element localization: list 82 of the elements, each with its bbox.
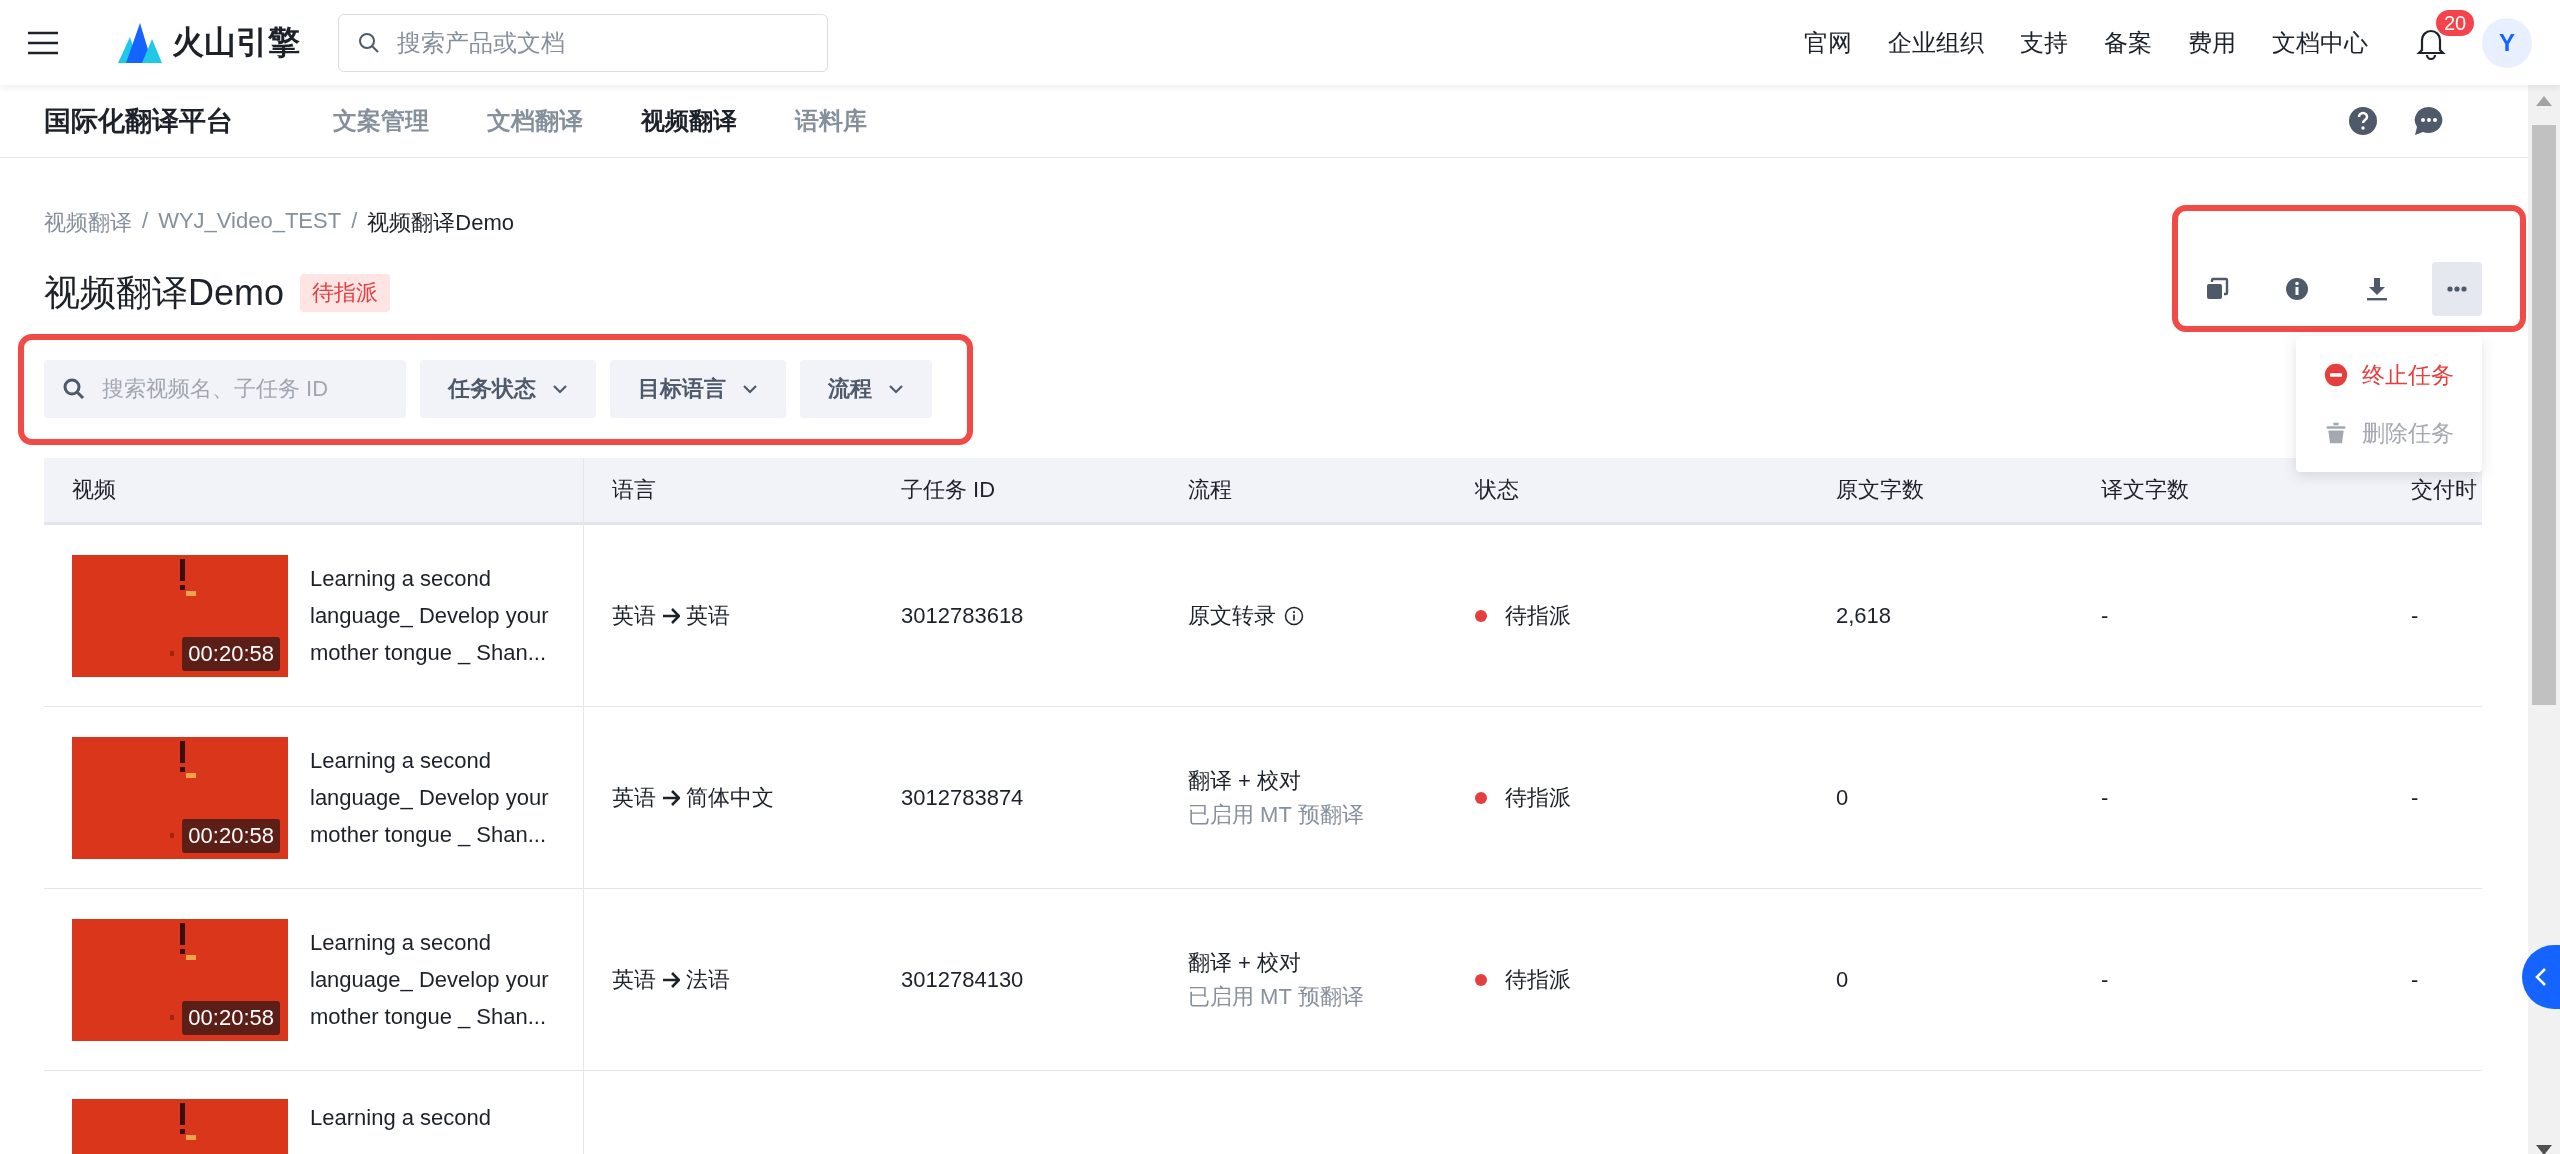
workflow-text: 翻译 + 校对 [1188,948,1302,977]
filter-dropdown[interactable]: 目标语言 [610,360,786,418]
chevron-left-icon [2534,967,2548,987]
video-title[interactable]: Learning a second language_ Develop your mother tongue _ Shan... [310,924,555,1035]
menu-icon[interactable] [28,30,58,55]
column-header: 视频 [72,477,116,502]
status-tag: 待指派 [300,274,391,312]
scrollbar[interactable] [2528,85,2560,1154]
menu-item[interactable]: 终止任务 [2296,346,2482,404]
workflow-text: 翻译 + 校对 [1188,766,1302,795]
nav-link[interactable]: 支持 [2020,26,2068,59]
table-cell: - [2101,966,2109,992]
column-header: 交付时 [2411,477,2477,502]
filter-dropdown[interactable]: 任务状态 [420,360,596,418]
search-icon [358,31,380,54]
column-header: 译文字数 [2101,477,2189,502]
column-header: 原文字数 [1836,477,1924,502]
info-icon[interactable] [1284,605,1304,626]
nav-tab[interactable]: 视频翻译 [641,105,737,137]
table-cell: - [2411,602,2419,628]
subtask-id: 3012784130 [901,966,1024,992]
target-language: 法语 [685,965,730,994]
table-cell: 0 [1836,966,1849,992]
info-icon [2283,275,2311,303]
expand-button[interactable] [2522,945,2560,1009]
duration-label: 00:20:58 [182,1000,280,1035]
status-text: 待指派 [1505,601,1571,630]
source-language: 英语 [611,601,656,630]
stop-icon [2324,361,2348,389]
breadcrumb-separator: / [142,208,149,235]
workflow-note: 已启用 MT 预翻译 [1188,800,1365,829]
logo-icon [116,22,162,63]
chevron-down-icon [742,384,758,394]
platform-title: 国际化翻译平台 [44,105,233,138]
page-title: 视频翻译Demo [44,270,285,315]
breadcrumb-separator: / [351,208,358,235]
workflow-text: 原文转录 [1188,601,1276,630]
chat-icon[interactable] [2414,106,2444,136]
workflow-note: 已启用 MT 预翻译 [1188,982,1365,1011]
table-cell: - [2411,784,2419,810]
search-field[interactable]: 搜索产品或文档 [338,13,828,72]
column-header: 流程 [1188,477,1232,502]
arrow-right-icon [661,607,680,624]
duration-label: 00:20:58 [182,636,280,671]
column-header: 子任务 ID [901,477,996,502]
video-title[interactable]: Learning a second language_ Develop your mother tongue _ Shan... [310,560,555,671]
video-title[interactable]: Learning a second language_ Develop your mother tongue _ Shan... [310,742,555,853]
subtask-id: 3012783618 [901,602,1024,628]
nav-link[interactable]: 费用 [2188,26,2236,59]
video-title[interactable]: Learning a second [310,1099,555,1136]
status-text: 待指派 [1505,783,1571,812]
chevron-down-icon [888,384,904,394]
chevron-down-icon [552,384,568,394]
notification-badge: 20 [2436,9,2475,36]
target-language: 英语 [685,601,730,630]
arrow-right-icon [661,789,680,806]
user-avatar[interactable]: Y [2482,17,2532,68]
table-cell: - [2101,602,2109,628]
nav-link[interactable]: 文档中心 [2272,26,2368,59]
subtask-id: 3012783874 [901,784,1024,810]
logo-text: 火山引擎 [172,22,300,62]
search-field[interactable]: 搜索视频名、子任务 ID [44,360,406,418]
nav-link[interactable]: 企业组织 [1888,26,1984,59]
column-header: 语言 [611,477,656,502]
nav-link[interactable]: 备案 [2104,26,2152,59]
arrow-right-icon [661,971,680,988]
table-cell: 0 [1836,784,1849,810]
source-language: 英语 [611,783,656,812]
table-cell: - [2411,966,2419,992]
duration-label: 00:20:58 [182,818,280,853]
status-text: 待指派 [1505,965,1571,994]
filter-dropdown[interactable]: 流程 [800,360,932,418]
search-icon [62,377,86,401]
help-icon[interactable] [2348,106,2378,136]
table-cell: 2,618 [1836,602,1892,628]
scroll-down-icon[interactable] [2536,1144,2552,1154]
target-language: 简体中文 [685,783,774,812]
nav-link[interactable]: 官网 [1804,26,1852,59]
source-language: 英语 [611,965,656,994]
column-header: 状态 [1475,477,1519,502]
more-icon [2447,286,2467,292]
table-cell: - [2101,784,2109,810]
